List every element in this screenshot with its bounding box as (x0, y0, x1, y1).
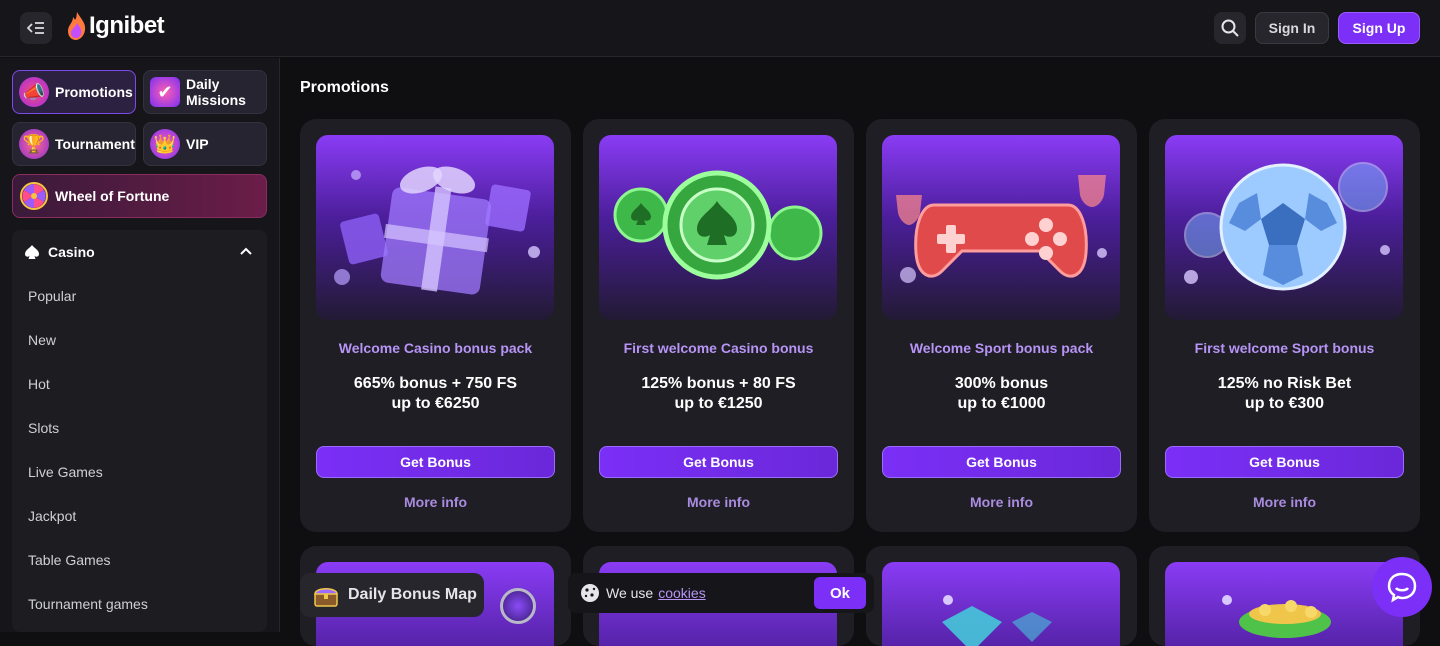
chat-icon (1387, 572, 1417, 603)
promo-card-title: Welcome Sport bonus pack (909, 340, 1094, 356)
sidebar-item-label: VIP (186, 136, 209, 152)
sidebar-item-label: Wheel of Fortune (55, 188, 170, 204)
gift-box-illustration (316, 135, 554, 320)
sidebar-item-popular[interactable]: Popular (12, 274, 267, 318)
promo-card-offer: 125% no Risk Bet up to €300 (1149, 374, 1420, 414)
promo-card-offer: 665% bonus + 750 FS up to €6250 (300, 374, 571, 414)
sidebar-item-vip[interactable]: 👑 VIP (143, 122, 267, 166)
diamond-illustration (882, 562, 1120, 646)
daily-bonus-map-button[interactable]: Daily Bonus Map (300, 573, 484, 617)
cookie-ok-button[interactable]: Ok (814, 577, 866, 609)
main-content: Promotions Welcome Casino bonus pack 665… (281, 58, 1440, 646)
crown-icon: 👑 (150, 129, 180, 159)
get-bonus-button[interactable]: Get Bonus (1165, 446, 1404, 478)
get-bonus-button[interactable]: Get Bonus (599, 446, 838, 478)
gamepad-trophy-illustration (882, 135, 1120, 320)
casino-section: Casino Popular New Hot Slots Live Games … (12, 230, 267, 632)
promo-card-offer-line: 125% bonus + 80 FS (641, 375, 796, 392)
sign-in-button[interactable]: Sign In (1255, 12, 1329, 44)
fortune-wheel-icon (19, 181, 49, 211)
more-info-link[interactable]: More info (300, 494, 571, 510)
flame-icon (68, 12, 86, 40)
logo-text: Ignibet (89, 12, 165, 39)
promo-card (866, 546, 1137, 646)
sidebar-item-new[interactable]: New (12, 318, 267, 362)
calendar-check-icon: ✔ (150, 77, 180, 107)
sidebar-item-jackpot[interactable]: Jackpot (12, 494, 267, 538)
daily-bonus-map-label: Daily Bonus Map (348, 586, 477, 603)
brand-logo[interactable]: Ignibet (67, 11, 165, 41)
sidebar-item-tournament-games[interactable]: Tournament games (12, 582, 267, 626)
sidebar-item-wheel-of-fortune[interactable]: Wheel of Fortune (12, 174, 267, 218)
promo-card: Welcome Sport bonus pack 300% bonus up t… (866, 119, 1137, 532)
collapse-menu-icon (27, 22, 44, 34)
search-icon (1221, 19, 1239, 37)
promo-card-offer-line: 665% bonus + 750 FS (353, 375, 518, 392)
top-bar: Ignibet Sign In Sign Up (0, 0, 1440, 57)
sidebar-item-daily-missions[interactable]: ✔ Daily Missions (143, 70, 267, 114)
more-info-link[interactable]: More info (583, 494, 854, 510)
casino-chips-illustration (599, 135, 837, 320)
trophy-icon: 🏆 (19, 129, 49, 159)
sidebar-item-slots[interactable]: Slots (12, 406, 267, 450)
sidebar-item-promotions[interactable]: 📣 Promotions (12, 70, 136, 114)
sign-up-button[interactable]: Sign Up (1338, 12, 1420, 44)
more-info-link[interactable]: More info (866, 494, 1137, 510)
live-chat-button[interactable] (1372, 557, 1432, 617)
gem-badge-icon (500, 588, 536, 624)
casino-category-list: Popular New Hot Slots Live Games Jackpot… (12, 274, 267, 626)
promo-card-offer-line: 125% no Risk Bet (1217, 375, 1352, 392)
sidebar-item-tournament[interactable]: 🏆 Tournament (12, 122, 136, 166)
promo-card-title: First welcome Sport bonus (1194, 340, 1375, 356)
promo-card-offer-line: up to €6250 (391, 395, 480, 412)
promo-card-offer-line: up to €300 (1244, 395, 1325, 412)
sidebar-item-hot[interactable]: Hot (12, 362, 267, 406)
get-bonus-button[interactable]: Get Bonus (316, 446, 555, 478)
treasure-chest-icon (314, 588, 338, 607)
cookie-banner-text: We use (606, 585, 654, 601)
promo-card: Welcome Casino bonus pack 665% bonus + 7… (300, 119, 571, 532)
casino-section-header[interactable]: Casino (12, 230, 267, 274)
cookies-link[interactable]: cookies (658, 585, 705, 601)
sidebar-item-table-games[interactable]: Table Games (12, 538, 267, 582)
sidebar-toggle-button[interactable] (20, 12, 52, 44)
promo-card: First welcome Casino bonus 125% bonus + … (583, 119, 854, 532)
sidebar: 📣 Promotions ✔ Daily Missions 🏆 Tourname… (0, 58, 280, 632)
cookie-banner: We use cookies Ok (568, 573, 874, 613)
promo-card: First welcome Sport bonus 125% no Risk B… (1149, 119, 1420, 532)
casino-section-label: Casino (48, 244, 95, 260)
spade-icon (25, 245, 39, 259)
sidebar-item-live-games[interactable]: Live Games (12, 450, 267, 494)
promo-card-offer-line: up to €1000 (957, 395, 1046, 412)
promo-card-offer-line: up to €1250 (674, 395, 763, 412)
cookie-icon (581, 584, 599, 602)
promo-card-offer: 300% bonus up to €1000 (866, 374, 1137, 414)
promo-card-offer-line: 300% bonus (954, 375, 1049, 392)
promo-card-title: First welcome Casino bonus (623, 340, 814, 356)
search-button[interactable] (1214, 12, 1246, 44)
get-bonus-button[interactable]: Get Bonus (882, 446, 1121, 478)
promo-card-offer: 125% bonus + 80 FS up to €1250 (583, 374, 854, 414)
chevron-up-icon (240, 247, 252, 255)
page-title: Promotions (300, 79, 389, 96)
coin-pot-illustration (1165, 562, 1403, 646)
sidebar-item-label: Promotions (55, 84, 133, 100)
promo-card-title: Welcome Casino bonus pack (338, 340, 533, 356)
sidebar-item-label: Daily Missions (186, 76, 246, 108)
sidebar-item-label: Tournament (55, 136, 135, 152)
megaphone-icon: 📣 (19, 77, 49, 107)
soccer-ball-illustration (1165, 135, 1403, 320)
more-info-link[interactable]: More info (1149, 494, 1420, 510)
